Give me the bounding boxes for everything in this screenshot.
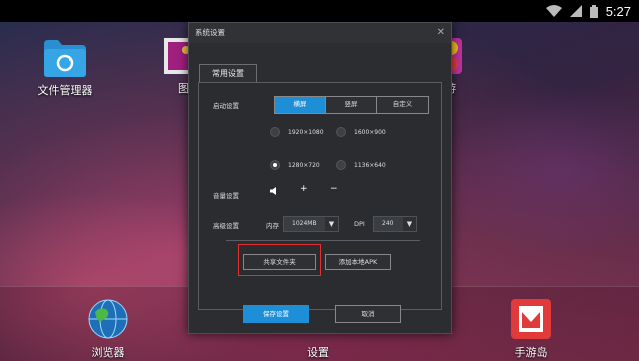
dpi-select[interactable]: 240 ▼ bbox=[373, 216, 417, 232]
app-browser[interactable]: 浏览器 bbox=[63, 298, 153, 360]
add-local-apk-button[interactable]: 添加本地APK bbox=[325, 254, 391, 270]
dpi-label: DPI bbox=[354, 220, 365, 228]
radio-button[interactable] bbox=[336, 127, 346, 137]
memory-label: 内存 bbox=[266, 222, 279, 230]
divider bbox=[226, 240, 420, 241]
volume-label: 音量设置 bbox=[213, 192, 239, 200]
dpi-value: 240 bbox=[382, 220, 394, 227]
chevron-down-icon: ▼ bbox=[403, 217, 416, 231]
cancel-button[interactable]: 取消 bbox=[335, 305, 401, 323]
resolution-option[interactable]: 1136×640 bbox=[336, 160, 386, 170]
resolution-label: 1600×900 bbox=[354, 128, 386, 136]
share-folder-highlight bbox=[238, 244, 321, 276]
volume-down-icon[interactable]: − bbox=[330, 184, 338, 194]
radio-button[interactable] bbox=[270, 127, 280, 137]
folder-icon bbox=[44, 40, 86, 77]
app-settings[interactable]: 设置 bbox=[273, 340, 363, 360]
orientation-selector: 横屏 竖屏 自定义 bbox=[274, 96, 429, 114]
resolution-label: 1920×1080 bbox=[288, 128, 324, 136]
app-label: 设置 bbox=[307, 346, 329, 359]
signal-icon bbox=[569, 5, 582, 17]
orientation-portrait-button[interactable]: 竖屏 bbox=[326, 97, 377, 113]
wifi-icon bbox=[545, 5, 562, 17]
radio-button-selected[interactable] bbox=[270, 160, 280, 170]
app-label: 文件管理器 bbox=[37, 84, 93, 97]
memory-value: 1024MB bbox=[292, 220, 317, 227]
clock: 5:27 bbox=[605, 3, 631, 19]
close-icon[interactable]: ✕ bbox=[437, 23, 445, 43]
chevron-down-icon: ▼ bbox=[325, 217, 338, 231]
app-shouyoudao[interactable]: 手游岛 bbox=[486, 298, 576, 360]
volume-up-icon[interactable]: + bbox=[300, 184, 308, 194]
battery-icon bbox=[589, 4, 598, 18]
resolution-label: 1136×640 bbox=[354, 161, 386, 169]
resolution-option[interactable]: 1920×1080 bbox=[270, 127, 324, 137]
orientation-landscape-button[interactable]: 横屏 bbox=[275, 97, 326, 113]
tab-common-settings[interactable]: 常用设置 bbox=[199, 64, 257, 82]
dialog-title: 系统设置 bbox=[195, 28, 225, 37]
startup-label: 启动设置 bbox=[213, 102, 239, 110]
dialog-title-bar: 系统设置 ✕ bbox=[189, 23, 451, 43]
resolution-label: 1280×720 bbox=[288, 161, 320, 169]
radio-button[interactable] bbox=[336, 160, 346, 170]
app-file-manager[interactable]: 文件管理器 bbox=[20, 38, 110, 98]
status-bar: 5:27 bbox=[0, 0, 639, 22]
app-label: 手游岛 bbox=[514, 346, 548, 359]
memory-select[interactable]: 1024MB ▼ bbox=[283, 216, 339, 232]
globe-icon bbox=[88, 299, 128, 339]
orientation-custom-button[interactable]: 自定义 bbox=[377, 97, 428, 113]
advanced-label: 高级设置 bbox=[213, 222, 239, 230]
shouyoudao-icon bbox=[511, 299, 551, 339]
resolution-option[interactable]: 1600×900 bbox=[336, 127, 386, 137]
save-settings-button[interactable]: 保存设置 bbox=[243, 305, 309, 323]
speaker-icon[interactable] bbox=[270, 187, 277, 198]
settings-dialog: 系统设置 ✕ 常用设置 启动设置 横屏 竖屏 自定义 1920×1080 160… bbox=[188, 22, 452, 334]
resolution-option[interactable]: 1280×720 bbox=[270, 160, 320, 170]
app-label: 浏览器 bbox=[91, 346, 125, 359]
